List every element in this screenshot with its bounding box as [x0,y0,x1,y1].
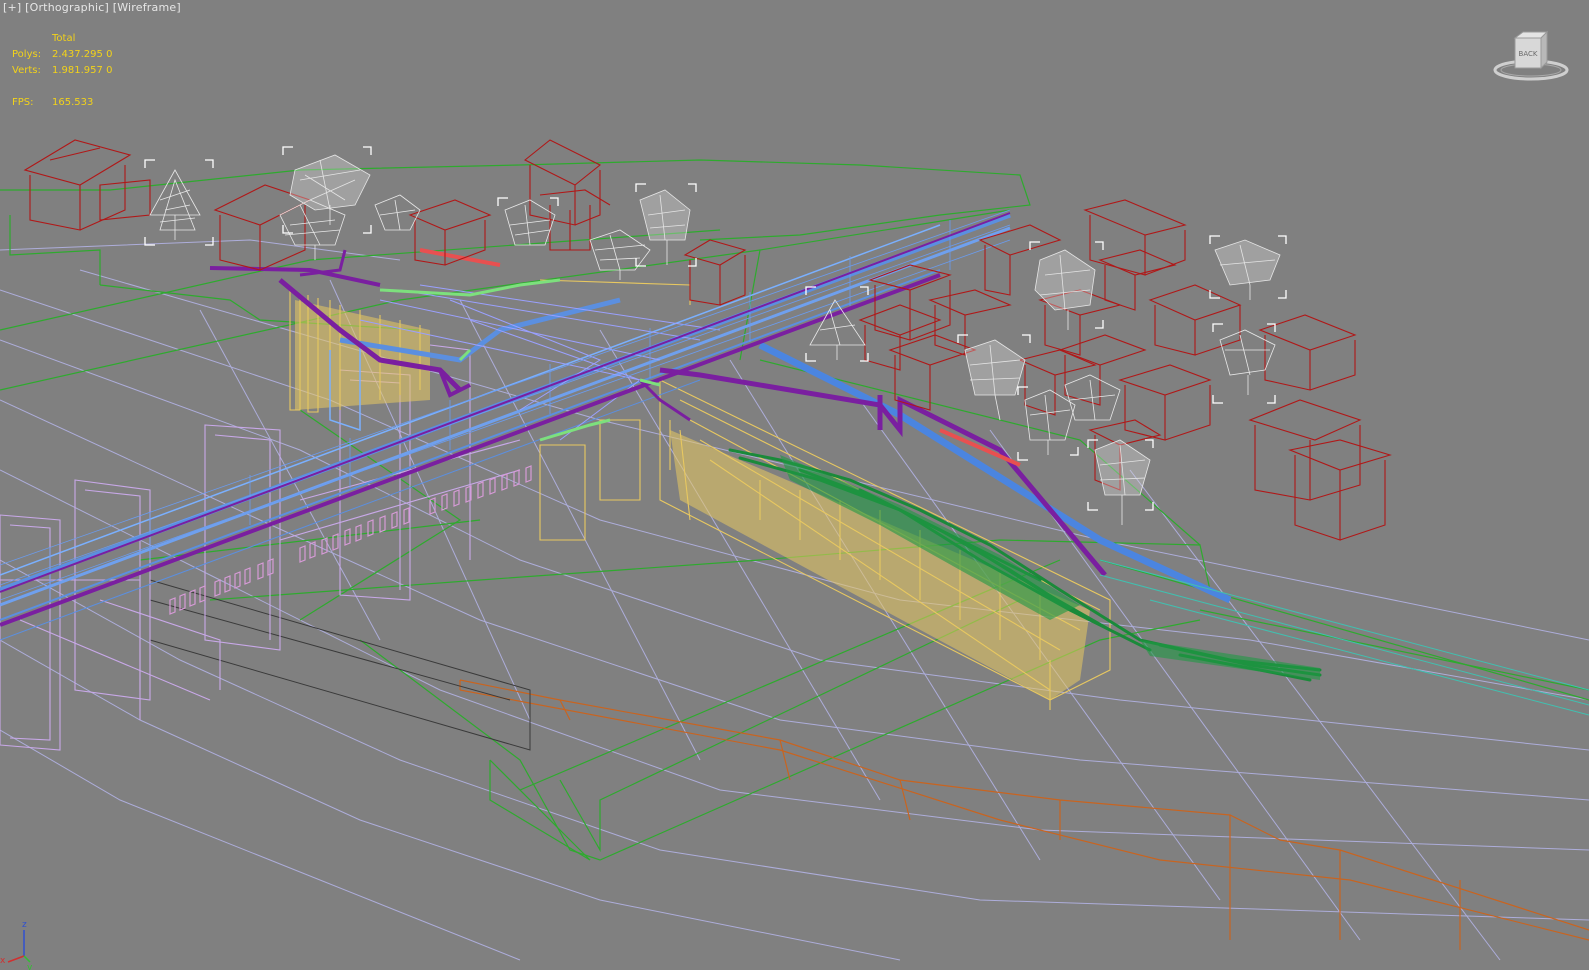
viewcube-face-label: BACK [1519,50,1538,58]
wireframe-scene[interactable] [0,0,1589,970]
viewcube-side-face[interactable] [1540,30,1548,70]
stats-total-header: Total [52,33,76,44]
axis-tripod: z x y [0,920,33,970]
bridge-towers [0,344,521,751]
polys-selected: 0 [106,49,113,60]
tree-1 [149,169,201,240]
view-mode-label[interactable]: [Orthographic] [25,1,109,14]
road-outline [459,679,1589,950]
polys-label: Polys: [12,49,42,60]
axis-y-label: y [27,963,33,970]
axis-z-label: z [22,920,27,930]
viewcube[interactable]: BACK [1493,30,1569,84]
viewport-orthographic[interactable]: [+] [Orthographic] [Wireframe] Total Pol… [0,0,1589,970]
verts-label: Verts: [12,65,41,76]
fps-label: FPS: [12,97,34,108]
ground-grid [0,239,1589,961]
distant-rails [1099,559,1589,716]
tree-13 [1024,389,1076,455]
viewport-menu-button[interactable]: [+] [3,1,21,14]
tree-11 [1219,329,1276,395]
viewport-label: [+] [Orthographic] [Wireframe] [3,1,181,14]
fps-value: 165.533 [52,97,94,108]
tree-4 [374,194,421,231]
polys-value: 2.437.295 [52,49,103,60]
verts-selected: 0 [106,65,113,76]
axis-x-label: x [0,956,6,966]
verts-value: 1.981.957 [52,65,103,76]
statistics-overlay: Total Polys: 2.437.295 0 Verts: 1.981.95… [12,31,112,111]
shading-mode-label[interactable]: [Wireframe] [113,1,181,14]
